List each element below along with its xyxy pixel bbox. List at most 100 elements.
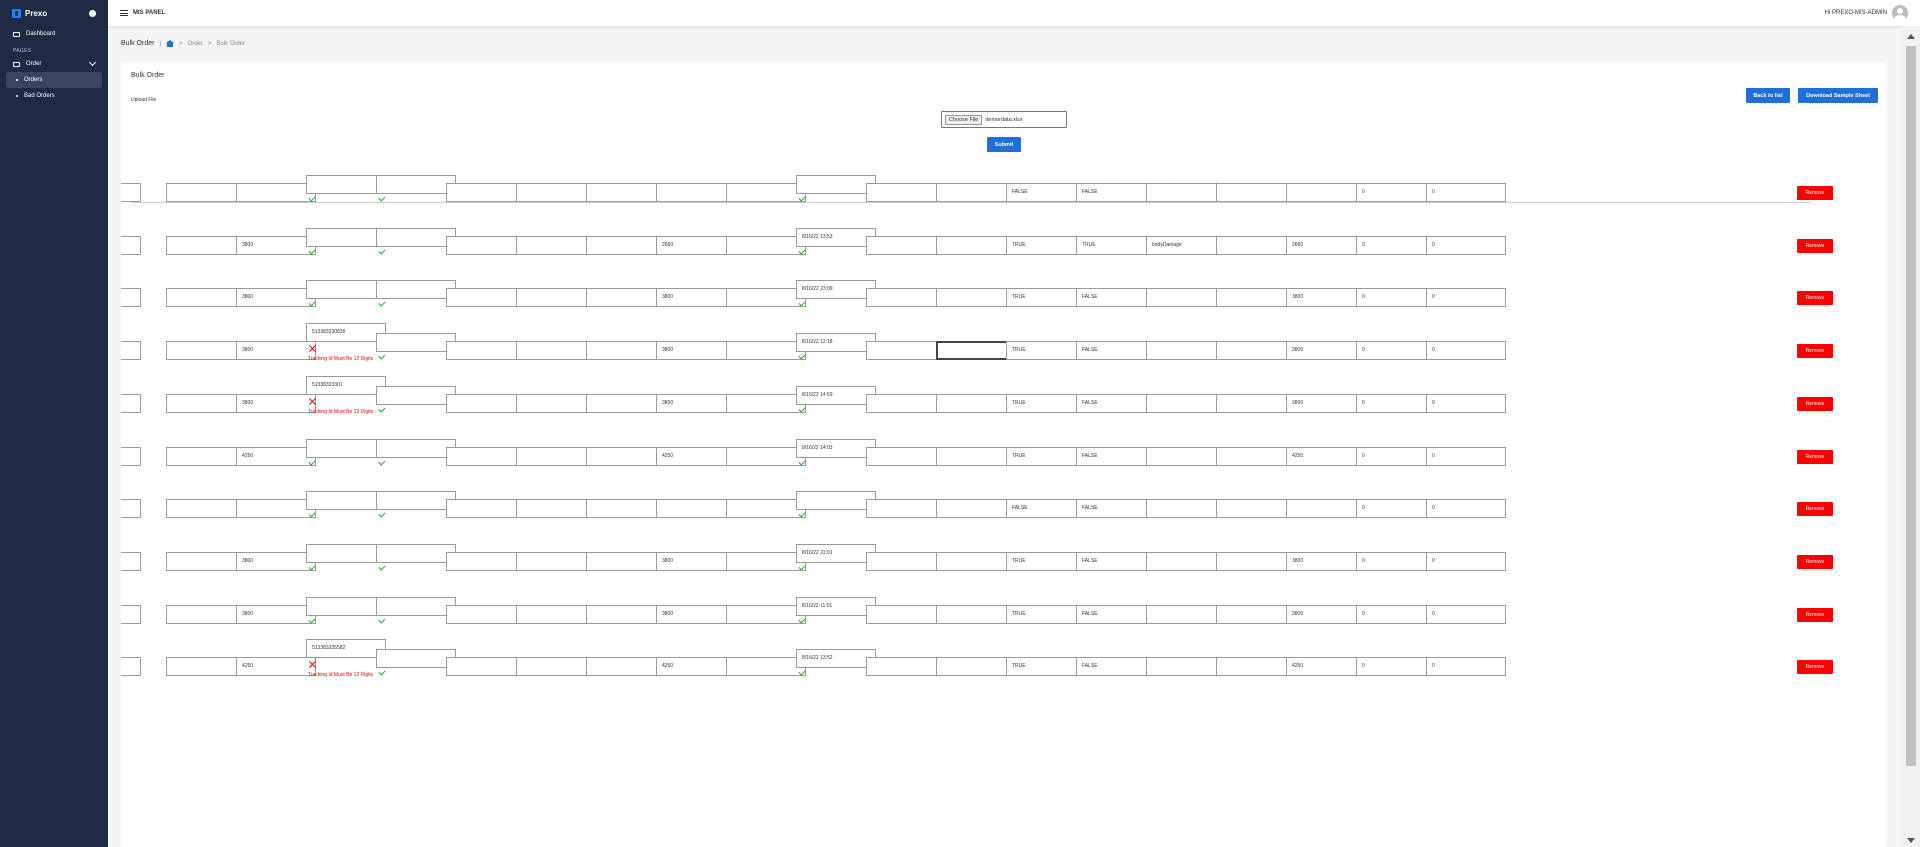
table-cell-gc-amount-refund-time[interactable] bbox=[866, 341, 946, 361]
sidebar-item-order[interactable]: Order bbox=[0, 56, 108, 72]
table-cell-diagnostic[interactable] bbox=[166, 551, 246, 571]
table-cell-delivery-date[interactable] bbox=[376, 227, 456, 247]
table-cell-partner-purchase-price[interactable]: 4250 bbox=[236, 657, 316, 677]
table-cell-tracking-id[interactable] bbox=[306, 175, 386, 194]
breadcrumb-item-order[interactable]: Order bbox=[188, 41, 203, 47]
table-cell-revised-partner-price[interactable]: 3800 bbox=[1286, 341, 1366, 361]
table-cell-gc-amount-refund[interactable] bbox=[726, 288, 806, 308]
table-cell-diagnostic[interactable] bbox=[166, 341, 246, 361]
table-cell-partner-price-no-defect[interactable] bbox=[1216, 551, 1296, 571]
table-cell-diagnostic-status[interactable] bbox=[936, 235, 1016, 255]
table-cell-delivery-fee[interactable]: 0 bbox=[1356, 183, 1436, 202]
table-cell-vc-eligible[interactable]: TRUE bbox=[1006, 288, 1086, 308]
remove-button[interactable]: Remove bbox=[1797, 554, 1833, 569]
table-cell-delivery-fee[interactable]: 0 bbox=[1356, 288, 1436, 308]
table-cell-gc-amount-redeemed[interactable] bbox=[656, 499, 736, 519]
table-cell-customer-declaration-physical-de-fect-type[interactable] bbox=[1146, 183, 1226, 202]
table-cell-gc-redeem-time[interactable]: 8/16/22 13:53 bbox=[796, 227, 876, 247]
table-cell-customer-declaration-physical-de-fect-present[interactable]: FALSE bbox=[1076, 183, 1156, 202]
table-cell-order-id-replaced[interactable] bbox=[446, 288, 526, 308]
table-cell-gc-redeem-time[interactable]: 8/16/22 13:52 bbox=[796, 649, 876, 669]
table-cell-exchange-facilitation-fee[interactable]: 0 bbox=[1426, 604, 1506, 624]
table-cell-partner-purchase-price[interactable]: 3800 bbox=[236, 288, 316, 308]
remove-button[interactable]: Remove bbox=[1797, 660, 1833, 675]
table-cell-deliverd-with-otp[interactable] bbox=[516, 288, 596, 308]
vertical-scrollbar[interactable] bbox=[1902, 26, 1920, 847]
table-cell-exchange-facilitation-fee[interactable]: 0 bbox=[1426, 446, 1506, 466]
row-cell-clipped[interactable] bbox=[121, 341, 141, 361]
table-cell-gc-amount-refund-time[interactable] bbox=[866, 604, 946, 624]
scroll-down-icon[interactable] bbox=[1907, 838, 1915, 843]
table-cell-vc-eligible[interactable]: TRUE bbox=[1006, 657, 1086, 677]
user-menu[interactable]: Hi PREXO-MIS-ADMIN bbox=[1825, 5, 1908, 21]
row-cell-clipped[interactable] bbox=[121, 183, 141, 202]
table-cell-exchange-facilitation-fee[interactable]: 0 bbox=[1426, 657, 1506, 677]
table-cell-vc-eligible[interactable]: TRUE bbox=[1006, 604, 1086, 624]
table-cell-tracking-id[interactable]: 513383335582 bbox=[306, 639, 386, 659]
table-cell-delivery-date[interactable] bbox=[376, 596, 456, 616]
table-cell-gc-amount-refund-time[interactable] bbox=[866, 551, 946, 571]
table-cell-diagnostic-status[interactable] bbox=[936, 604, 1016, 624]
download-sample-sheet-button[interactable]: Download Sample Sheet bbox=[1798, 88, 1878, 103]
table-cell-customer-declaration-physical-de-fect-present[interactable]: FALSE bbox=[1076, 551, 1156, 571]
table-cell-diagnostic-status[interactable] bbox=[936, 183, 1016, 202]
table-cell-gc-amount-refund[interactable] bbox=[726, 551, 806, 571]
remove-button[interactable]: Remove bbox=[1797, 344, 1833, 359]
table-cell-order-id-replaced[interactable] bbox=[446, 604, 526, 624]
table-cell-diagnostic[interactable] bbox=[166, 288, 246, 308]
table-cell-partner-price-no-defect[interactable] bbox=[1216, 393, 1296, 413]
table-cell-gc-amount-redeemed[interactable]: 3800 bbox=[656, 551, 736, 571]
table-cell-exchange-facilitation-fee[interactable]: 0 bbox=[1426, 551, 1506, 571]
table-cell-partner-purchase-price[interactable]: 3800 bbox=[236, 341, 316, 361]
table-cell-tracking-id[interactable] bbox=[306, 596, 386, 616]
table-cell-tracking-id[interactable] bbox=[306, 227, 386, 247]
table-cell-revised-partner-price[interactable]: 3800 bbox=[1286, 551, 1366, 571]
table-cell-diagnostic[interactable] bbox=[166, 499, 246, 519]
table-cell-customer-declaration-physical-de-fect-present[interactable]: FALSE bbox=[1076, 341, 1156, 361]
table-cell-gc-amount-redeemed[interactable] bbox=[656, 183, 736, 202]
table-cell-customer-declaration-physical-de-fect-present[interactable]: FALSE bbox=[1076, 604, 1156, 624]
table-cell-gc-redeem-time[interactable]: 8/16/22 22:01 bbox=[796, 543, 876, 563]
table-cell-customer-declaration-physical-de-fect-type[interactable] bbox=[1146, 446, 1226, 466]
choose-file-button[interactable]: Choose File bbox=[945, 114, 983, 125]
table-cell-gc-redeem-time[interactable] bbox=[796, 175, 876, 194]
table-cell-gc-redeem-time[interactable]: 8/16/22 14:59 bbox=[796, 385, 876, 405]
table-cell-deliverd-with-bag-exception[interactable] bbox=[586, 183, 666, 202]
table-cell-exchange-facilitation-fee[interactable]: 0 bbox=[1426, 235, 1506, 255]
table-cell-deliverd-with-otp[interactable] bbox=[516, 551, 596, 571]
table-cell-partner-purchase-price[interactable]: 3800 bbox=[236, 551, 316, 571]
table-cell-partner-price-no-defect[interactable] bbox=[1216, 657, 1296, 677]
table-cell-vc-eligible[interactable]: TRUE bbox=[1006, 393, 1086, 413]
table-cell-deliverd-with-otp[interactable] bbox=[516, 393, 596, 413]
table-cell-delivery-date[interactable] bbox=[376, 333, 456, 353]
table-cell-vc-eligible[interactable]: TRUE bbox=[1006, 446, 1086, 466]
table-cell-gc-amount-refund[interactable] bbox=[726, 393, 806, 413]
table-cell-revised-partner-price[interactable]: 4250 bbox=[1286, 446, 1366, 466]
table-cell-gc-amount-refund[interactable] bbox=[726, 657, 806, 677]
table-cell-delivery-date[interactable] bbox=[376, 438, 456, 458]
table-cell-gc-amount-refund-time[interactable] bbox=[866, 446, 946, 466]
table-cell-diagnostic[interactable] bbox=[166, 657, 246, 677]
table-cell-exchange-facilitation-fee[interactable]: 0 bbox=[1426, 393, 1506, 413]
table-cell-vc-eligible[interactable]: TRUE bbox=[1006, 341, 1086, 361]
remove-button[interactable]: Remove bbox=[1797, 502, 1833, 517]
table-cell-customer-declaration-physical-de-fect-present[interactable]: FALSE bbox=[1076, 393, 1156, 413]
table-cell-delivery-date[interactable] bbox=[376, 491, 456, 511]
table-cell-delivery-date[interactable] bbox=[376, 543, 456, 563]
table-cell-order-id-replaced[interactable] bbox=[446, 183, 526, 202]
table-cell-gc-redeem-time[interactable]: 8/16/22 14:03 bbox=[796, 438, 876, 458]
table-cell-gc-amount-refund-time[interactable] bbox=[866, 235, 946, 255]
row-cell-clipped[interactable] bbox=[121, 604, 141, 624]
table-cell-exchange-facilitation-fee[interactable]: 0 bbox=[1426, 183, 1506, 202]
submit-button[interactable]: Submit bbox=[987, 137, 1021, 152]
table-cell-partner-purchase-price[interactable]: 4250 bbox=[236, 446, 316, 466]
table-cell-revised-partner-price[interactable]: 3800 bbox=[1286, 393, 1366, 413]
table-cell-revised-partner-price[interactable]: 3800 bbox=[1286, 604, 1366, 624]
table-cell-deliverd-with-bag-exception[interactable] bbox=[586, 235, 666, 255]
table-cell-deliverd-with-bag-exception[interactable] bbox=[586, 657, 666, 677]
table-cell-delivery-date[interactable] bbox=[376, 649, 456, 669]
table-cell-partner-purchase-price[interactable] bbox=[236, 499, 316, 519]
table-cell-gc-redeem-time[interactable] bbox=[796, 491, 876, 511]
table-cell-exchange-facilitation-fee[interactable]: 0 bbox=[1426, 288, 1506, 308]
table-cell-partner-price-no-defect[interactable] bbox=[1216, 183, 1296, 202]
